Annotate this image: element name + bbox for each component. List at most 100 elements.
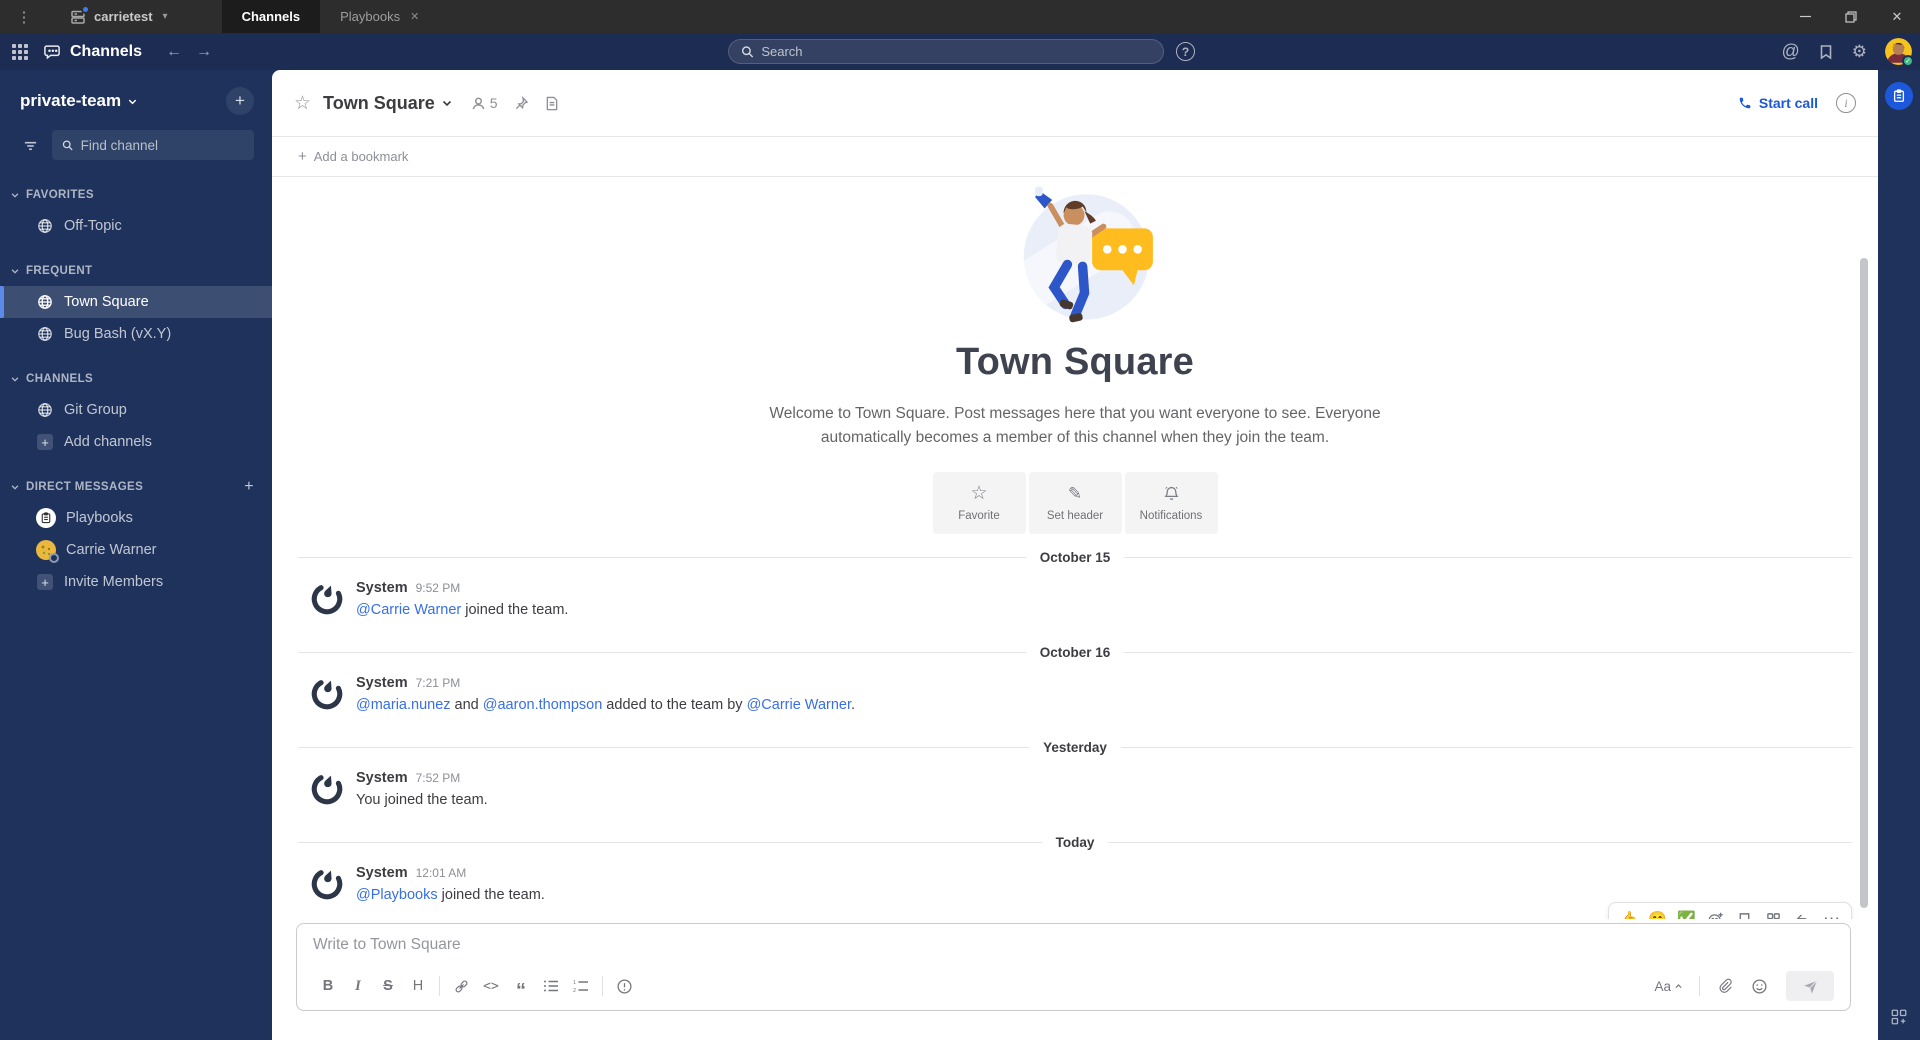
- sidebar-item-town-square[interactable]: Town Square: [0, 286, 272, 318]
- history-back-icon[interactable]: ←: [166, 43, 182, 61]
- send-message-button[interactable]: [1786, 971, 1834, 1001]
- favorite-action-button[interactable]: ☆ Favorite: [932, 472, 1026, 535]
- add-apps-grid-icon[interactable]: [1878, 1008, 1920, 1026]
- sidebar-section-direct-messages[interactable]: DIRECT MESSAGES +: [0, 472, 272, 502]
- system-post[interactable]: System 7:21 PM @maria.nunez and @aaron.t…: [272, 669, 1878, 724]
- team-menu[interactable]: private-team: [20, 91, 138, 111]
- attach-file-icon[interactable]: [1710, 972, 1740, 1000]
- product-switcher-icon[interactable]: [12, 43, 28, 60]
- member-count: 5: [489, 95, 498, 111]
- sidebar-item-invite-members[interactable]: + Invite Members: [0, 566, 272, 598]
- link-icon[interactable]: [446, 972, 476, 1000]
- sidebar-item-playbooks-dm[interactable]: Playbooks: [0, 502, 272, 534]
- system-post[interactable]: System 9:52 PM @Carrie Warner joined the…: [272, 574, 1878, 629]
- close-window-button[interactable]: ✕: [1874, 0, 1920, 33]
- saved-posts-icon[interactable]: [1818, 44, 1834, 60]
- mention-link[interactable]: @aaron.thompson: [483, 697, 603, 713]
- history-forward-icon[interactable]: →: [196, 43, 212, 61]
- search-input[interactable]: [761, 44, 1151, 59]
- server-switcher[interactable]: carrietest ▾: [46, 4, 182, 25]
- channel-intro-title: Town Square: [956, 341, 1194, 383]
- favorite-star-icon[interactable]: ☆: [294, 92, 311, 115]
- mention-link[interactable]: @maria.nunez: [356, 697, 451, 713]
- mention-link[interactable]: @Carrie Warner: [356, 602, 461, 618]
- tab-channels[interactable]: Channels: [221, 0, 321, 33]
- channel-name-menu[interactable]: Town Square: [323, 93, 453, 114]
- app-menu-kebab-icon[interactable]: ⋮: [10, 8, 38, 26]
- scrollbar-thumb[interactable]: [1860, 258, 1868, 908]
- user-post-hovered[interactable]: ✓ Bhautik Bavadiya 2:14 PM Time is 19:50…: [272, 902, 1878, 919]
- action-label: Favorite: [958, 509, 1000, 522]
- date-divider: October 15: [272, 540, 1878, 574]
- find-channel-input[interactable]: [80, 137, 244, 153]
- channel-filter-icon[interactable]: [16, 131, 44, 159]
- mention-link[interactable]: @Playbooks: [356, 887, 438, 903]
- message-input[interactable]: [313, 936, 1834, 954]
- check-reaction-button[interactable]: ✅: [1673, 906, 1700, 919]
- system-post[interactable]: System 7:52 PM You joined the team.: [272, 764, 1878, 819]
- sidebar-section-channels[interactable]: CHANNELS: [0, 364, 272, 394]
- set-header-action-button[interactable]: ✎ Set header: [1028, 472, 1122, 535]
- playbooks-app-icon[interactable]: [1885, 82, 1913, 110]
- grin-reaction-button[interactable]: 😄: [1644, 906, 1671, 919]
- thumbsup-reaction-button[interactable]: 👍: [1615, 906, 1642, 919]
- server-name: carrietest: [94, 9, 153, 24]
- add-channel-plus-button[interactable]: +: [226, 87, 254, 115]
- section-label: DIRECT MESSAGES: [26, 481, 144, 493]
- strikethrough-icon[interactable]: S: [373, 972, 403, 1000]
- reply-icon[interactable]: [1789, 906, 1816, 919]
- channel-files-button[interactable]: [545, 96, 559, 111]
- user-avatar[interactable]: ✓: [1885, 38, 1914, 67]
- maximize-button[interactable]: [1828, 0, 1874, 33]
- sidebar-item-bug-bash[interactable]: Bug Bash (vX.Y): [0, 318, 272, 350]
- settings-gear-icon[interactable]: ⚙: [1852, 42, 1867, 62]
- search-box[interactable]: [728, 39, 1164, 64]
- sidebar-item-carrie-warner[interactable]: Carrie Warner: [0, 534, 272, 566]
- emoji-picker-icon[interactable]: [1744, 972, 1774, 1000]
- date-divider: Yesterday: [272, 730, 1878, 764]
- intro-line-1: Welcome to Town Square. Post messages he…: [769, 405, 1381, 422]
- mention-link[interactable]: @Carrie Warner: [747, 697, 851, 713]
- post-list: Town Square Welcome to Town Square. Post…: [272, 177, 1878, 919]
- message-actions-toolbar: 👍 😄 ✅ ⋯: [1608, 902, 1852, 919]
- bulleted-list-icon[interactable]: [536, 972, 566, 1000]
- code-icon[interactable]: <>: [476, 972, 506, 1000]
- message-apps-grid-icon[interactable]: [1760, 906, 1787, 919]
- numbered-list-icon[interactable]: 12: [566, 972, 596, 1000]
- heading-icon[interactable]: H: [403, 972, 433, 1000]
- pinned-posts-button[interactable]: [514, 95, 529, 111]
- add-direct-message-icon[interactable]: +: [244, 478, 254, 496]
- chevron-down-icon: [11, 377, 19, 382]
- add-bookmark-bar[interactable]: + Add a bookmark: [272, 137, 1878, 177]
- find-channel-box[interactable]: [52, 130, 254, 160]
- sidebar-section-frequent[interactable]: FREQUENT: [0, 256, 272, 286]
- mentions-icon[interactable]: @: [1781, 41, 1799, 62]
- minimize-button[interactable]: [1782, 0, 1828, 33]
- playbooks-avatar: [36, 508, 56, 528]
- formatting-toggle-button[interactable]: Aa: [1648, 979, 1689, 994]
- sidebar-item-add-channels[interactable]: + Add channels: [0, 426, 272, 458]
- start-call-label: Start call: [1758, 95, 1818, 111]
- message-composer[interactable]: B I S H <> “ 12: [296, 923, 1851, 1011]
- bold-icon[interactable]: B: [313, 972, 343, 1000]
- notifications-action-button[interactable]: Notifications: [1124, 472, 1218, 535]
- add-reaction-icon[interactable]: [1702, 906, 1729, 919]
- quote-icon[interactable]: “: [506, 977, 536, 1005]
- close-tab-icon[interactable]: ✕: [410, 10, 419, 23]
- date-divider-label: Today: [1055, 834, 1095, 850]
- italic-icon[interactable]: I: [343, 972, 373, 1000]
- action-label: Notifications: [1139, 509, 1203, 522]
- post-author: System: [356, 580, 408, 597]
- channel-info-icon[interactable]: i: [1836, 93, 1856, 113]
- more-actions-icon[interactable]: ⋯: [1818, 906, 1845, 919]
- help-icon[interactable]: ?: [1176, 42, 1195, 61]
- sidebar-item-git-group[interactable]: Git Group: [0, 394, 272, 426]
- message-priority-icon[interactable]: [609, 972, 639, 1000]
- members-button[interactable]: 5: [471, 95, 498, 111]
- sidebar-section-favorites[interactable]: FAVORITES: [0, 180, 272, 210]
- sidebar-item-off-topic[interactable]: Off-Topic: [0, 210, 272, 242]
- start-call-button[interactable]: Start call: [1738, 95, 1818, 111]
- tab-playbooks[interactable]: Playbooks ✕: [320, 0, 439, 33]
- save-post-icon[interactable]: [1731, 906, 1758, 919]
- svg-text:1: 1: [573, 980, 576, 986]
